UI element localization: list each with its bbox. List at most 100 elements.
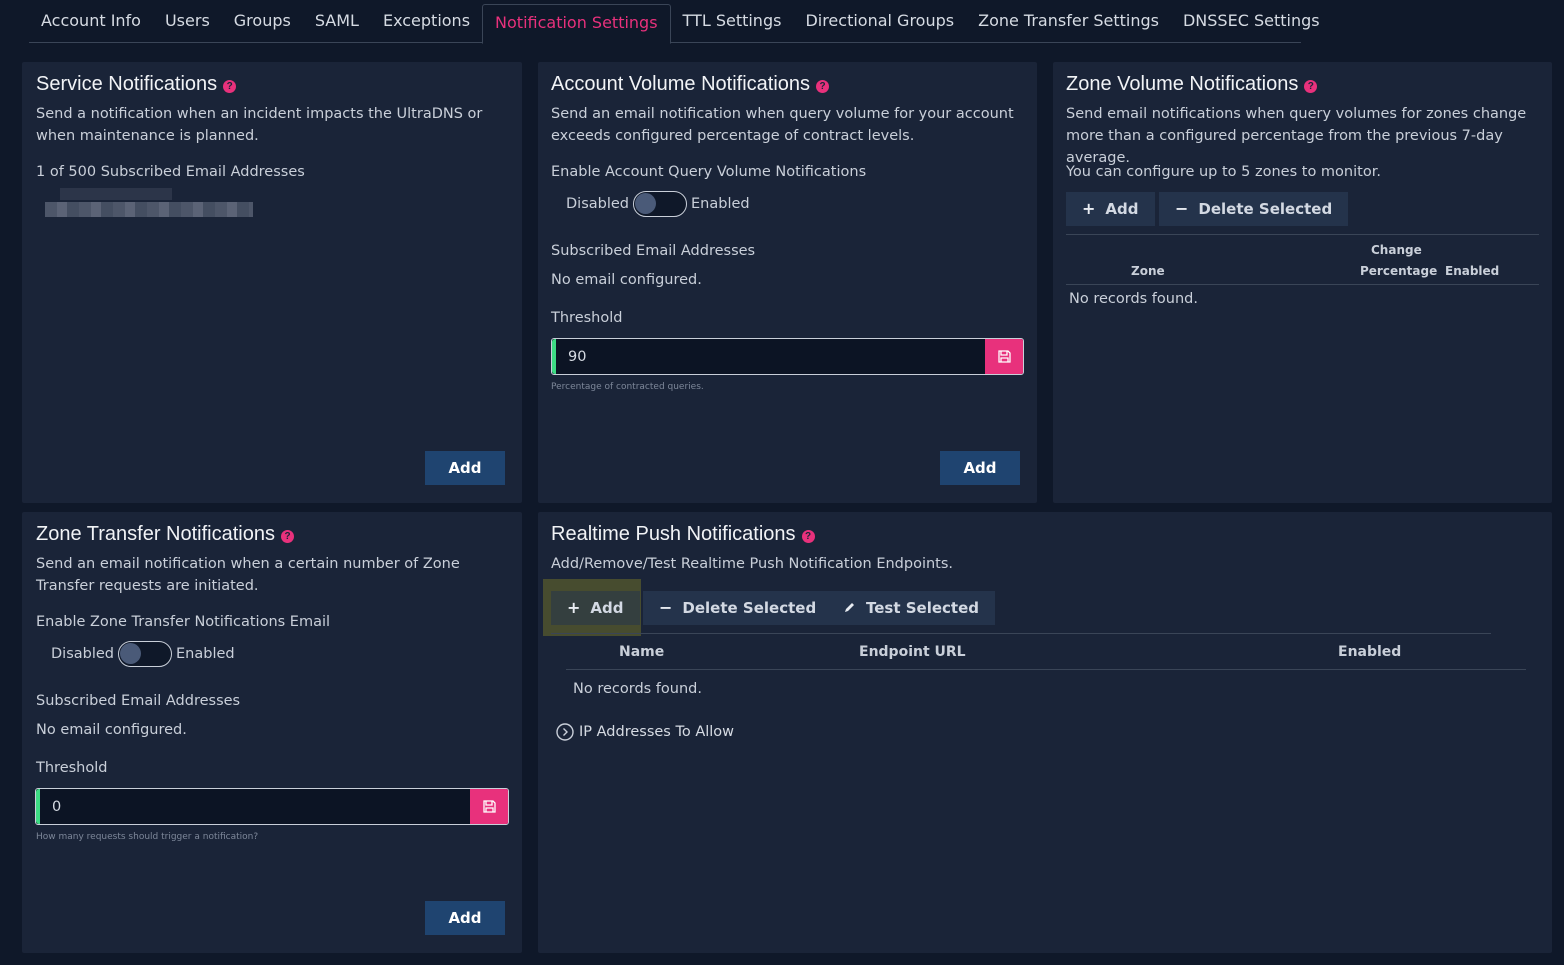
- column-header-enabled: Enabled: [1445, 264, 1500, 278]
- chevron-circle-right-icon: [556, 723, 574, 741]
- realtime-add-button[interactable]: + Add: [551, 591, 640, 625]
- panel-title-text: Zone Transfer Notifications: [36, 523, 275, 545]
- realtime-test-button[interactable]: Test Selected: [828, 591, 995, 625]
- button-label: Add: [1105, 200, 1139, 218]
- realtime-delete-button[interactable]: − Delete Selected: [643, 591, 833, 625]
- enable-zone-transfer-label: Enable Zone Transfer Notifications Email: [36, 614, 331, 630]
- zone-volume-panel: Zone Volume Notifications ? Send email n…: [1053, 62, 1552, 503]
- threshold-label: Threshold: [36, 760, 108, 776]
- column-header-change-line1: Change: [1371, 243, 1422, 257]
- threshold-label: Threshold: [551, 310, 623, 326]
- toggle-knob: [635, 193, 656, 214]
- subscribed-email-heading: Subscribed Email Addresses: [551, 243, 756, 259]
- redacted-email-line: [60, 188, 172, 200]
- no-email-message: No email configured.: [551, 272, 702, 288]
- service-notifications-panel: Service Notifications ? Send a notificat…: [22, 62, 522, 503]
- zone-transfer-panel: Zone Transfer Notifications ? Send an em…: [22, 512, 522, 953]
- pencil-icon: [844, 591, 856, 625]
- toggle-enabled-label: Enabled: [176, 646, 235, 662]
- toggle-disabled-label: Disabled: [51, 646, 114, 662]
- zone-transfer-description: Send an email notification when a certai…: [36, 556, 460, 594]
- account-volume-toggle-row: Disabled Enabled: [566, 191, 750, 217]
- tab-exceptions[interactable]: Exceptions: [371, 0, 482, 43]
- zone-volume-delete-button[interactable]: − Delete Selected: [1159, 192, 1349, 226]
- account-volume-title: Account Volume Notifications ?: [551, 73, 830, 96]
- tab-directional-groups[interactable]: Directional Groups: [793, 0, 966, 43]
- help-icon[interactable]: ?: [281, 529, 294, 543]
- help-icon[interactable]: ?: [223, 79, 237, 93]
- no-email-message: No email configured.: [36, 722, 187, 738]
- help-icon[interactable]: ?: [1304, 79, 1318, 93]
- save-threshold-button[interactable]: [985, 339, 1023, 374]
- account-threshold-input[interactable]: [556, 339, 985, 374]
- save-threshold-button[interactable]: [470, 789, 508, 824]
- redacted-email-address: [45, 202, 253, 217]
- table-top-divider: [1066, 234, 1539, 235]
- zone-transfer-toggle-row: Disabled Enabled: [51, 641, 235, 667]
- panel-title-text: Zone Volume Notifications: [1066, 73, 1299, 95]
- tab-groups[interactable]: Groups: [222, 0, 303, 43]
- zone-transfer-threshold-field: [35, 788, 509, 825]
- tab-users[interactable]: Users: [153, 0, 222, 43]
- table-top-divider: [551, 633, 1491, 634]
- toggle-knob: [120, 643, 141, 664]
- button-label: Test Selected: [866, 599, 979, 617]
- zone-transfer-threshold-input[interactable]: [40, 789, 470, 824]
- settings-tab-bar: Account Info Users Groups SAML Exception…: [29, 0, 1320, 44]
- service-notifications-description: Send a notification when an incident imp…: [36, 106, 483, 144]
- realtime-push-title: Realtime Push Notifications ?: [551, 523, 815, 546]
- zone-transfer-add-button[interactable]: Add: [425, 901, 505, 935]
- tab-zone-transfer-settings[interactable]: Zone Transfer Settings: [966, 0, 1171, 43]
- toggle-enabled-label: Enabled: [691, 196, 750, 212]
- toggle-disabled-label: Disabled: [566, 196, 629, 212]
- minus-icon: −: [1175, 199, 1189, 218]
- plus-icon: +: [1082, 199, 1096, 218]
- help-icon[interactable]: ?: [816, 79, 830, 93]
- zone-volume-add-button[interactable]: + Add: [1066, 192, 1155, 226]
- service-notifications-title: Service Notifications ?: [36, 73, 237, 96]
- panel-title-text: Realtime Push Notifications: [551, 523, 796, 545]
- panel-title-text: Service Notifications: [36, 73, 218, 95]
- column-header-name: Name: [619, 644, 665, 660]
- zone-empty-message: No records found.: [1069, 291, 1198, 307]
- button-label: Add: [590, 599, 624, 617]
- subscribed-email-heading: Subscribed Email Addresses: [36, 693, 241, 709]
- button-label: Delete Selected: [1198, 200, 1333, 218]
- account-volume-description: Send an email notification when query vo…: [551, 106, 1014, 144]
- save-icon: [482, 800, 496, 813]
- tab-account-info[interactable]: Account Info: [29, 0, 153, 43]
- tab-notification-settings[interactable]: Notification Settings: [482, 4, 671, 44]
- zone-volume-description: Send email notifications when query volu…: [1066, 106, 1527, 166]
- service-add-button[interactable]: Add: [425, 451, 505, 485]
- column-header-zone: Zone: [1131, 264, 1165, 278]
- threshold-hint: How many requests should trigger a notif…: [36, 832, 259, 842]
- account-volume-panel: Account Volume Notifications ? Send an e…: [538, 62, 1037, 503]
- tab-ttl-settings[interactable]: TTL Settings: [671, 0, 794, 43]
- panel-title-text: Account Volume Notifications: [551, 73, 811, 95]
- save-icon: [997, 350, 1011, 363]
- tab-saml[interactable]: SAML: [303, 0, 371, 43]
- plus-icon: +: [567, 598, 581, 617]
- realtime-empty-message: No records found.: [573, 681, 702, 697]
- column-header-enabled: Enabled: [1338, 644, 1402, 660]
- subscribed-email-count: 1 of 500 Subscribed Email Addresses: [36, 164, 305, 180]
- column-header-change-line2: Percentage: [1360, 264, 1438, 278]
- tab-dnssec-settings[interactable]: DNSSEC Settings: [1171, 0, 1332, 43]
- ip-allow-expander[interactable]: IP Addresses To Allow: [556, 723, 734, 741]
- account-volume-add-button[interactable]: Add: [940, 451, 1020, 485]
- column-header-endpoint-url: Endpoint URL: [859, 644, 966, 660]
- ip-allow-label: IP Addresses To Allow: [579, 724, 735, 740]
- zone-transfer-toggle[interactable]: [118, 641, 172, 667]
- account-volume-toggle[interactable]: [633, 191, 687, 217]
- account-threshold-field: [551, 338, 1024, 375]
- zone-limit-note: You can configure up to 5 zones to monit…: [1066, 164, 1381, 180]
- table-header-divider: [566, 669, 1526, 670]
- zone-transfer-title: Zone Transfer Notifications ?: [36, 523, 294, 546]
- help-icon[interactable]: ?: [801, 529, 815, 543]
- minus-icon: −: [659, 598, 673, 617]
- zone-volume-title: Zone Volume Notifications ?: [1066, 73, 1318, 96]
- threshold-hint: Percentage of contracted queries.: [551, 382, 704, 392]
- table-header-divider: [1066, 284, 1539, 285]
- enable-account-volume-label: Enable Account Query Volume Notification…: [551, 164, 867, 180]
- button-label: Delete Selected: [682, 599, 817, 617]
